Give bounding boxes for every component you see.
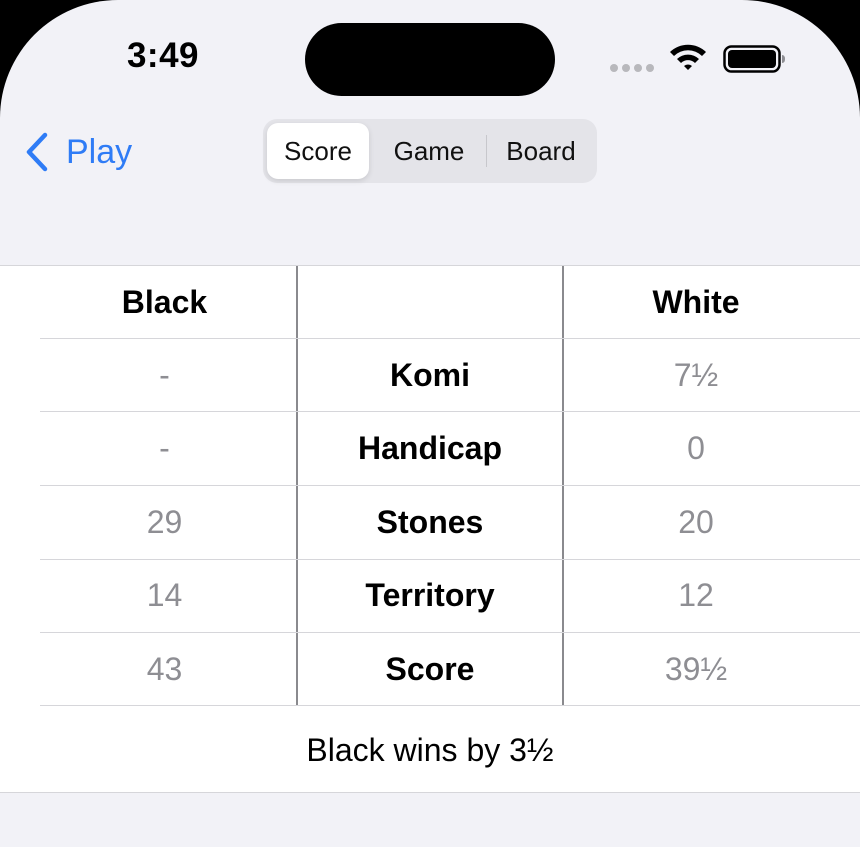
white-value: 20 <box>678 504 714 540</box>
game-result: Black wins by 3½ <box>306 731 554 768</box>
white-value: 7½ <box>673 357 719 393</box>
white-value: 12 <box>678 577 714 613</box>
row-label: Handicap <box>357 430 503 466</box>
row-label: Territory <box>365 577 495 613</box>
phone-screen: 3:49 Play Score Game Board Black White -… <box>0 0 860 847</box>
back-button-label: Play <box>66 132 133 171</box>
score-table: Black White - Komi 7½ - Handicap 0 29 St… <box>0 265 860 793</box>
header-white: White <box>652 284 740 320</box>
segment-score[interactable]: Score <box>267 123 369 179</box>
black-value: 14 <box>146 577 183 613</box>
black-value: 29 <box>146 504 183 540</box>
table-row: 29 Stones 20 <box>0 486 860 560</box>
black-value: - <box>159 357 170 393</box>
segmented-control: Score Game Board <box>263 119 597 183</box>
white-value: 39½ <box>664 651 728 687</box>
back-button[interactable]: Play <box>24 130 132 174</box>
chevron-left-icon <box>26 132 48 172</box>
header-black: Black <box>121 284 208 320</box>
segment-game[interactable]: Game <box>373 123 485 179</box>
row-label: Komi <box>390 357 470 393</box>
black-value: - <box>159 430 170 466</box>
black-value: 43 <box>146 651 183 687</box>
battery-icon <box>723 45 785 73</box>
cellular-signal-icon <box>610 64 656 72</box>
table-row: 43 Score 39½ <box>0 633 860 706</box>
table-row: 14 Territory 12 <box>0 559 860 633</box>
row-label: Stones <box>376 504 484 540</box>
dynamic-island <box>305 23 555 96</box>
table-header-row: Black White <box>0 266 860 339</box>
status-time: 3:49 <box>126 36 200 75</box>
header-middle <box>298 266 562 339</box>
row-label: Score <box>385 651 475 687</box>
white-value: 0 <box>687 430 705 466</box>
table-row: - Komi 7½ <box>0 339 860 412</box>
wifi-icon <box>670 44 706 70</box>
table-row: - Handicap 0 <box>0 412 860 486</box>
segment-board[interactable]: Board <box>487 123 595 179</box>
